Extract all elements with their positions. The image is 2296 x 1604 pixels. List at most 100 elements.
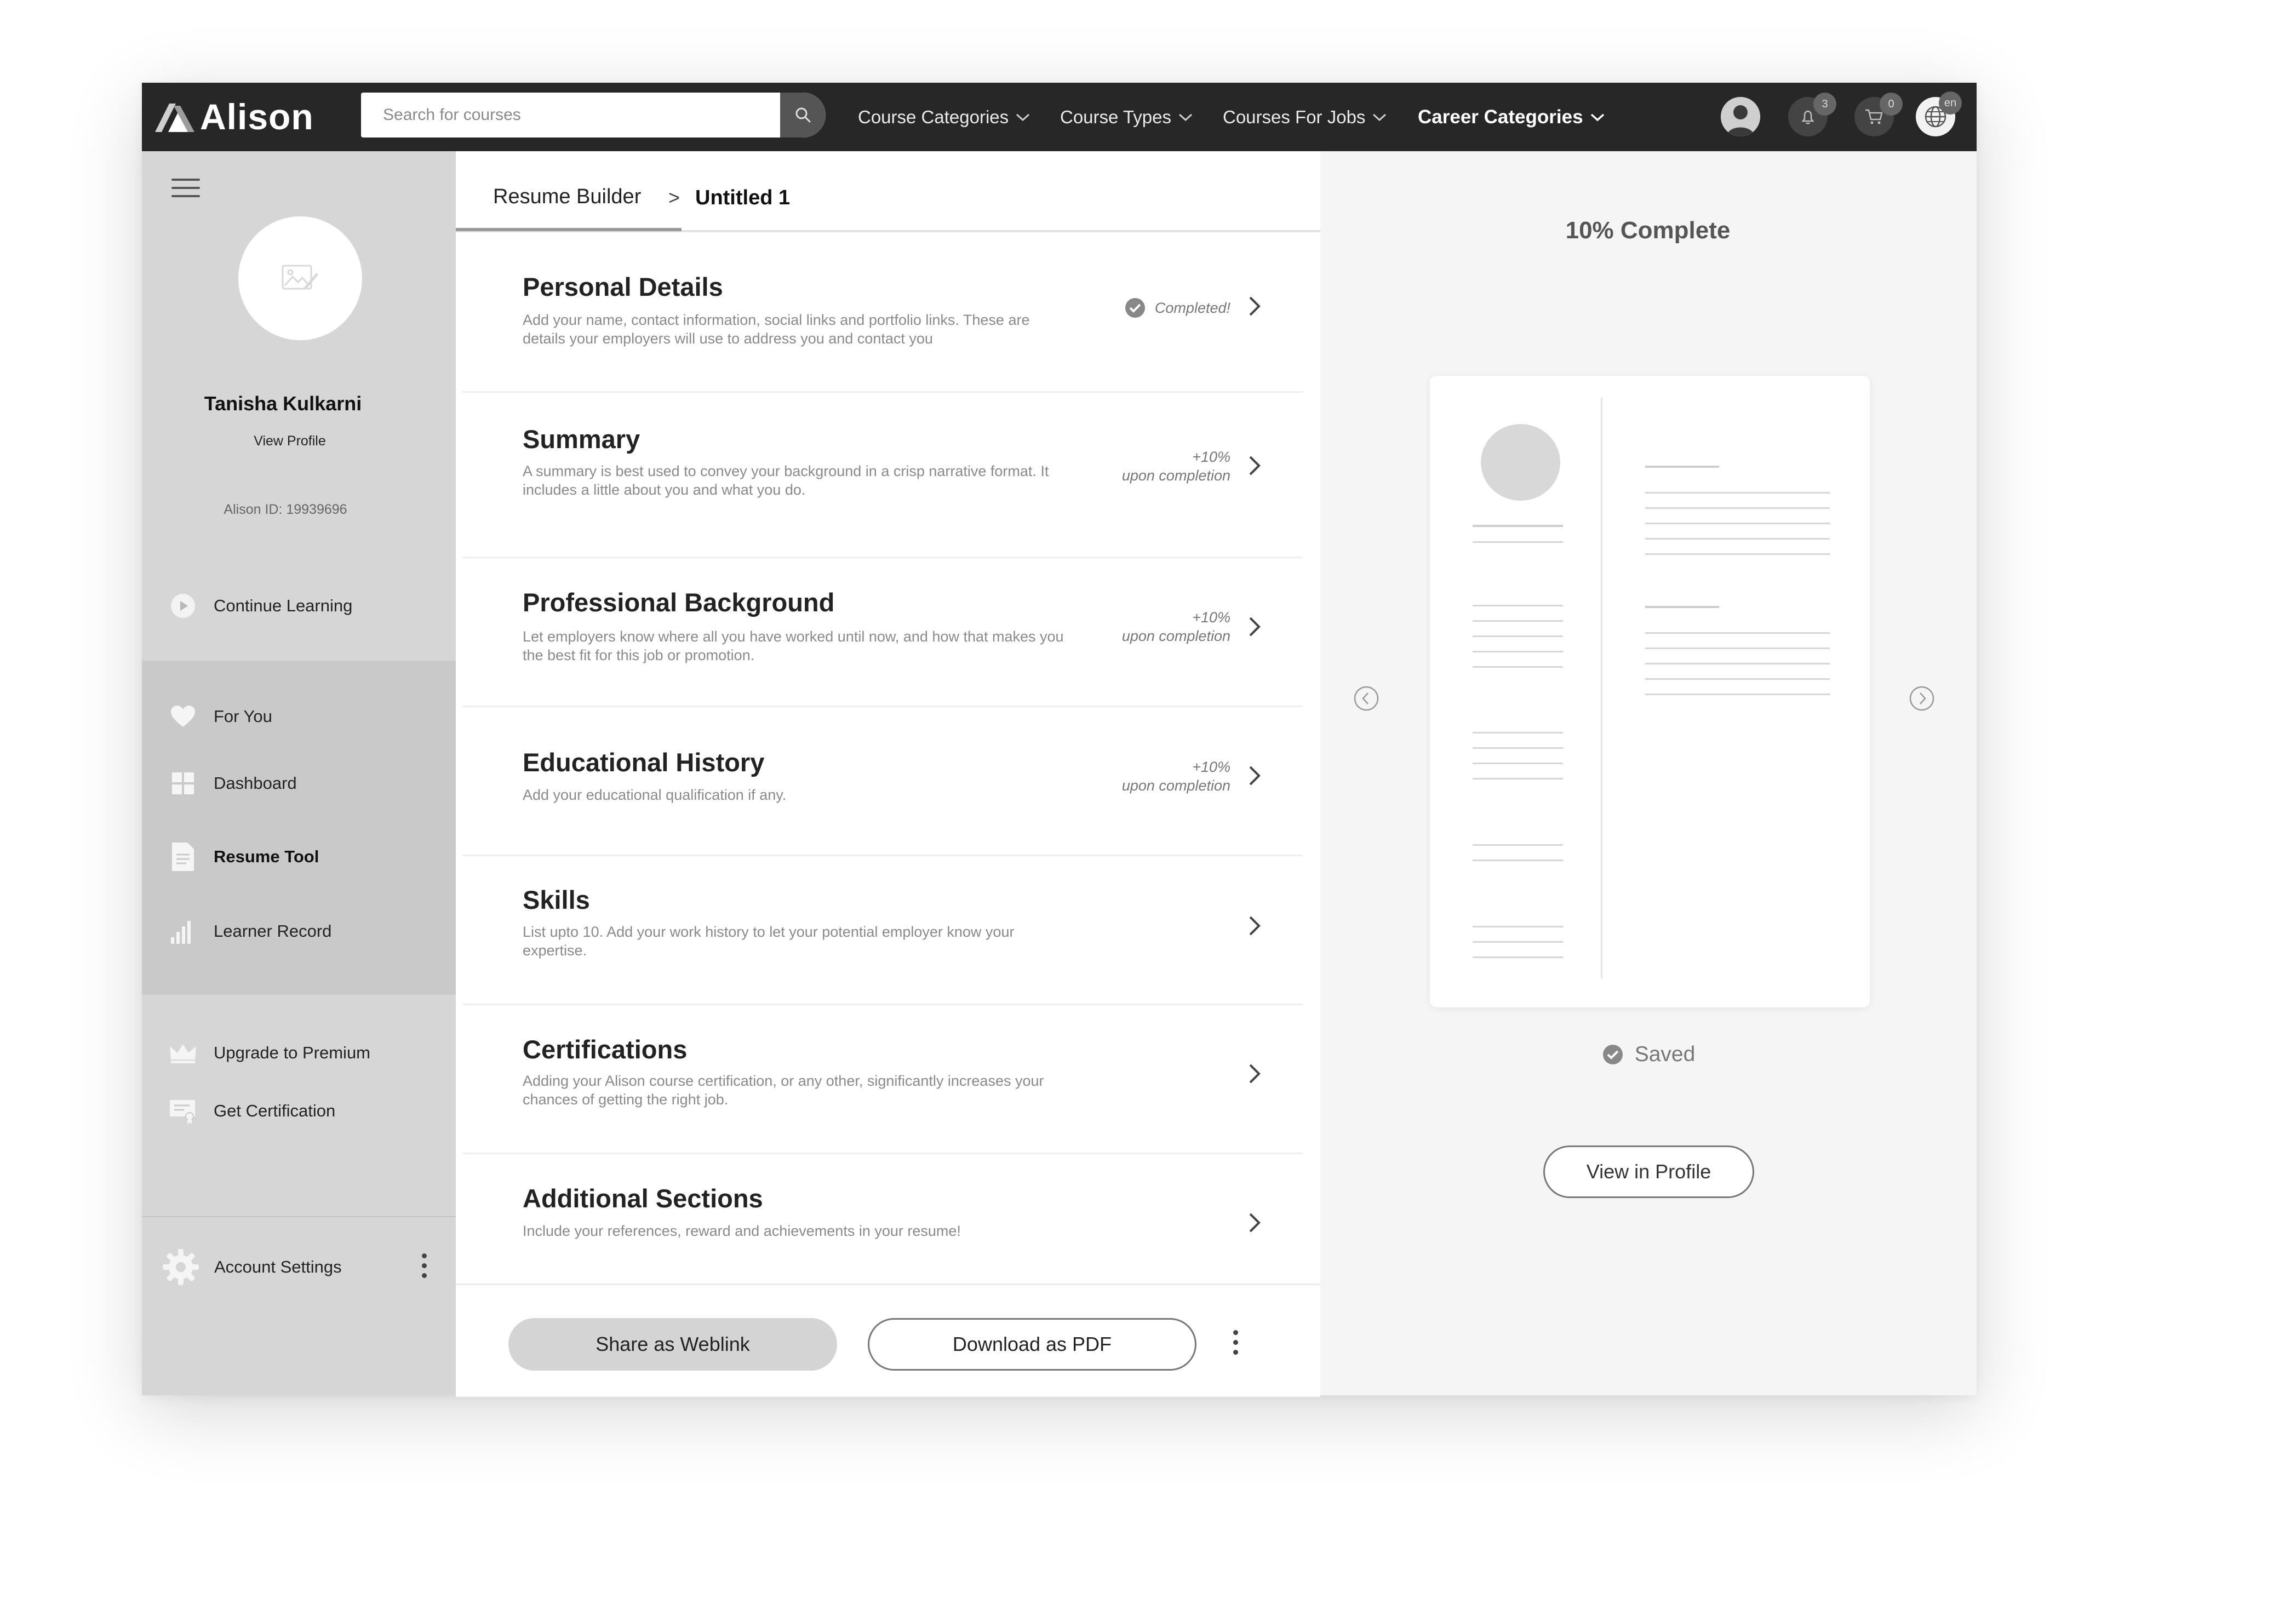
sidebar: Tanisha Kulkarni View Profile Alison ID:… — [142, 151, 456, 1395]
chevron-down-icon — [1373, 113, 1387, 121]
chevron-right-icon — [1249, 1064, 1261, 1084]
alison-logo-icon — [155, 104, 194, 132]
cart-badge: 0 — [1880, 93, 1903, 116]
save-status-label: Saved — [1634, 1042, 1696, 1066]
download-pdf-button[interactable]: Download as PDF — [868, 1318, 1196, 1371]
resume-line — [1645, 663, 1830, 664]
section-additional-sections[interactable]: Additional Sections Include your referen… — [462, 1153, 1303, 1284]
bonus-note: upon completion — [1121, 628, 1230, 644]
breadcrumb-root[interactable]: Resume Builder — [493, 185, 641, 209]
section-professional-background[interactable]: Professional Background Let employers kn… — [462, 557, 1303, 707]
sidebar-item-account-settings[interactable]: Account Settings — [162, 1248, 342, 1286]
chevron-down-icon — [1178, 113, 1193, 121]
section-educational-history[interactable]: Educational History Add your educational… — [462, 706, 1303, 856]
section-status: Completed! — [1124, 297, 1230, 319]
settings-more-icon[interactable] — [421, 1253, 427, 1283]
chevron-right-icon — [1249, 1213, 1261, 1233]
save-status: Saved — [1320, 1042, 1977, 1067]
section-certifications[interactable]: Certifications Adding your Alison course… — [462, 1004, 1303, 1154]
profile-name: Tanisha Kulkarni — [204, 392, 362, 415]
search-icon — [795, 107, 810, 123]
resume-line — [1473, 525, 1563, 527]
nav-courses-for-jobs[interactable]: Courses For Jobs — [1223, 83, 1387, 151]
sidebar-item-get-certification[interactable]: Get Certification — [169, 1097, 335, 1125]
resume-actions-footer: Share as Weblink Download as PDF — [456, 1284, 1320, 1397]
chevron-down-icon — [1590, 113, 1604, 121]
app-window: Alison Course Categories Course Types Co… — [142, 83, 1977, 1397]
resume-line — [1645, 632, 1830, 634]
alison-logo[interactable]: Alison — [154, 96, 314, 137]
section-description: List upto 10. Add your work history to l… — [523, 924, 1015, 959]
breadcrumb: Resume Builder > Untitled 1 — [456, 151, 1320, 232]
nav-label: Career Categories — [1418, 106, 1583, 128]
resume-line — [1645, 553, 1830, 555]
section-bonus: +10% upon completion — [1122, 758, 1230, 795]
nav-course-categories[interactable]: Course Categories — [858, 83, 1030, 151]
nav-course-types[interactable]: Course Types — [1060, 83, 1193, 151]
sidebar-item-label: Resume Tool — [214, 847, 319, 866]
sidebar-item-for-you[interactable]: For You — [169, 702, 272, 731]
resume-line — [1473, 635, 1563, 637]
view-profile-link[interactable]: View Profile — [142, 433, 438, 449]
share-weblink-button[interactable]: Share as Weblink — [508, 1318, 837, 1371]
user-avatar[interactable] — [1721, 97, 1760, 136]
section-title: Skills — [523, 885, 590, 914]
avatar-photo-icon — [1721, 97, 1760, 136]
section-description: Include your references, reward and achi… — [523, 1223, 961, 1239]
notifications-button[interactable]: 3 — [1788, 93, 1836, 136]
sidebar-item-label: For You — [214, 707, 272, 726]
sidebar-item-dashboard[interactable]: Dashboard — [169, 769, 297, 798]
more-options-icon[interactable] — [1233, 1330, 1238, 1360]
profile-photo-placeholder[interactable] — [238, 216, 362, 340]
breadcrumb-separator: > — [668, 186, 680, 209]
bonus-percent: +10% — [1192, 609, 1230, 626]
bar-chart-icon — [169, 917, 197, 946]
resume-thumbnail[interactable] — [1430, 376, 1870, 1007]
notifications-badge: 3 — [1813, 93, 1836, 116]
resume-line — [1473, 666, 1563, 668]
certificate-icon — [169, 1097, 197, 1125]
sidebar-item-continue-learning[interactable]: Continue Learning — [169, 592, 352, 620]
section-description: Add your name, contact information, soci… — [523, 312, 1030, 347]
sidebar-item-label: Continue Learning — [214, 596, 353, 615]
resume-line — [1645, 648, 1830, 649]
completion-progress: 10% Complete — [1565, 217, 1731, 244]
sidebar-item-upgrade-premium[interactable]: Upgrade to Premium — [169, 1039, 370, 1067]
nav-label: Courses For Jobs — [1223, 106, 1366, 127]
section-personal-details[interactable]: Personal Details Add your name, contact … — [462, 232, 1303, 393]
cart-button[interactable]: 0 — [1854, 93, 1903, 136]
resume-line — [1645, 606, 1719, 608]
language-selector[interactable]: en — [1916, 91, 1962, 136]
resume-line — [1645, 538, 1830, 540]
resume-line — [1473, 956, 1563, 958]
top-navigation-bar: Alison Course Categories Course Types Co… — [142, 83, 1977, 151]
menu-toggle-icon[interactable] — [171, 179, 200, 198]
image-edit-icon — [282, 265, 318, 290]
status-label: Completed! — [1154, 300, 1230, 316]
section-skills[interactable]: Skills List upto 10. Add your work histo… — [462, 855, 1303, 1005]
section-title: Personal Details — [523, 272, 723, 301]
check-circle-icon — [1125, 298, 1145, 318]
chevron-right-icon — [1249, 766, 1261, 786]
bonus-percent: +10% — [1192, 759, 1230, 775]
resume-line — [1473, 860, 1563, 861]
section-summary[interactable]: Summary A summary is best used to convey… — [462, 391, 1303, 558]
resume-builder-panel: Resume Builder > Untitled 1 Personal Det… — [456, 151, 1320, 1397]
next-template-icon[interactable] — [1909, 685, 1935, 712]
sidebar-item-label: Get Certification — [214, 1101, 336, 1120]
resume-line — [1473, 926, 1563, 927]
view-in-profile-button[interactable]: View in Profile — [1543, 1145, 1754, 1198]
sidebar-item-learner-record[interactable]: Learner Record — [169, 917, 331, 946]
resume-line — [1473, 778, 1563, 780]
nav-career-categories[interactable]: Career Categories — [1418, 83, 1605, 151]
document-icon — [169, 843, 197, 871]
sidebar-item-resume-tool[interactable]: Resume Tool — [169, 843, 319, 871]
previous-template-icon[interactable] — [1353, 685, 1379, 712]
search-button[interactable] — [780, 93, 826, 138]
resume-line — [1473, 605, 1563, 606]
sidebar-item-label: Account Settings — [214, 1257, 342, 1276]
resume-line — [1473, 763, 1563, 764]
resume-line — [1645, 466, 1719, 468]
search-input[interactable] — [361, 93, 777, 138]
section-bonus: +10% upon completion — [1122, 448, 1230, 485]
